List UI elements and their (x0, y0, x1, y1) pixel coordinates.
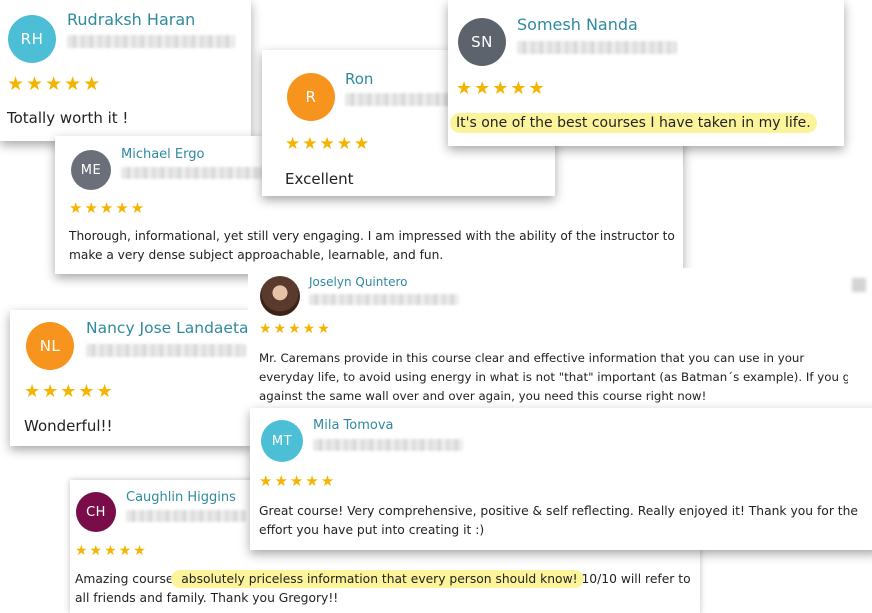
text-segment: 10/10 will refer to (577, 572, 691, 586)
reviewer-name: Rudraksh Haran (67, 10, 196, 29)
blurred-date (126, 510, 246, 522)
avatar-r: R (287, 73, 335, 121)
review-text: Totally worth it ! (7, 109, 129, 127)
review-card-nancy-jose-landaeta: NL Nancy Jose Landaeta ★★★★★ Wonderful!! (10, 310, 252, 446)
avatar-mt: MT (261, 420, 303, 462)
review-text-line-2: effort you have put into creating it :) (259, 523, 485, 537)
reviewer-name: Ron (345, 70, 374, 88)
reviewer-name: Mila Tomova (313, 418, 394, 433)
review-text-line-1: Amazing course, absolutely priceless inf… (75, 570, 691, 588)
review-text-line-3: against the same wall over and over agai… (259, 389, 707, 403)
rating-stars: ★★★★★ (24, 381, 115, 402)
review-card-mila-tomova: MT Mila Tomova ★★★★★ Great course! Very … (250, 408, 872, 550)
review-text: Excellent (285, 170, 354, 188)
reviewer-name: Somesh Nanda (517, 15, 638, 34)
review-text-line-1: Thorough, informational, yet still very … (69, 229, 675, 243)
review-text-line-1: Mr. Caremans provide in this course clea… (259, 351, 805, 365)
blurred-date (67, 35, 235, 48)
review-text: It's one of the best courses I have take… (450, 113, 817, 133)
review-text: Wonderful!! (24, 417, 113, 435)
blurred-date (86, 344, 246, 357)
rating-stars: ★★★★★ (259, 321, 332, 337)
rating-stars: ★★★★★ (259, 472, 337, 490)
review-card-joselyn-quintero: Joselyn Quintero ★★★★★ Mr. Caremans prov… (248, 268, 848, 414)
blurred-date (517, 41, 677, 54)
review-card-somesh-nanda: SN Somesh Nanda ★★★★★ It's one of the be… (448, 0, 844, 146)
highlighted-text: absolutely priceless information that ev… (171, 570, 584, 588)
rating-stars: ★★★★★ (69, 199, 147, 217)
rating-stars: ★★★★★ (7, 73, 103, 95)
avatar-me: ME (71, 150, 111, 190)
review-text-line-2: everyday life, to avoid using energy in … (259, 370, 848, 384)
review-text-line-1: Great course! Very comprehensive, positi… (259, 504, 858, 518)
avatar-sn: SN (458, 18, 506, 66)
blurred-date (121, 167, 271, 179)
text-segment: Amazing course, (75, 572, 178, 586)
reviewer-name: Joselyn Quintero (309, 275, 408, 289)
highlighted-text: It's one of the best courses I have take… (450, 113, 817, 133)
review-text-line-2: make a very dense subject approachable, … (69, 248, 444, 262)
reviewer-name: Michael Ergo (121, 147, 205, 162)
rating-stars: ★★★★★ (75, 543, 148, 559)
avatar-ch: CH (76, 492, 116, 532)
reviewer-name: Nancy Jose Landaeta (86, 319, 249, 337)
reviewer-name: Caughlin Higgins (126, 490, 236, 505)
rating-stars: ★★★★★ (285, 134, 372, 154)
avatar-nl: NL (26, 322, 74, 370)
review-card-rudraksh-haran: RH Rudraksh Haran ★★★★★ Totally worth it… (0, 0, 251, 141)
avatar-rh: RH (8, 15, 56, 63)
review-text-line-2: all friends and family. Thank you Gregor… (75, 591, 339, 605)
rating-stars: ★★★★★ (456, 78, 547, 99)
profile-photo (260, 276, 300, 316)
blurred-date (313, 439, 463, 451)
blurred-fragment (852, 278, 866, 292)
reviews-collage: RH Rudraksh Haran ★★★★★ Totally worth it… (0, 0, 872, 613)
blurred-date (309, 294, 459, 305)
